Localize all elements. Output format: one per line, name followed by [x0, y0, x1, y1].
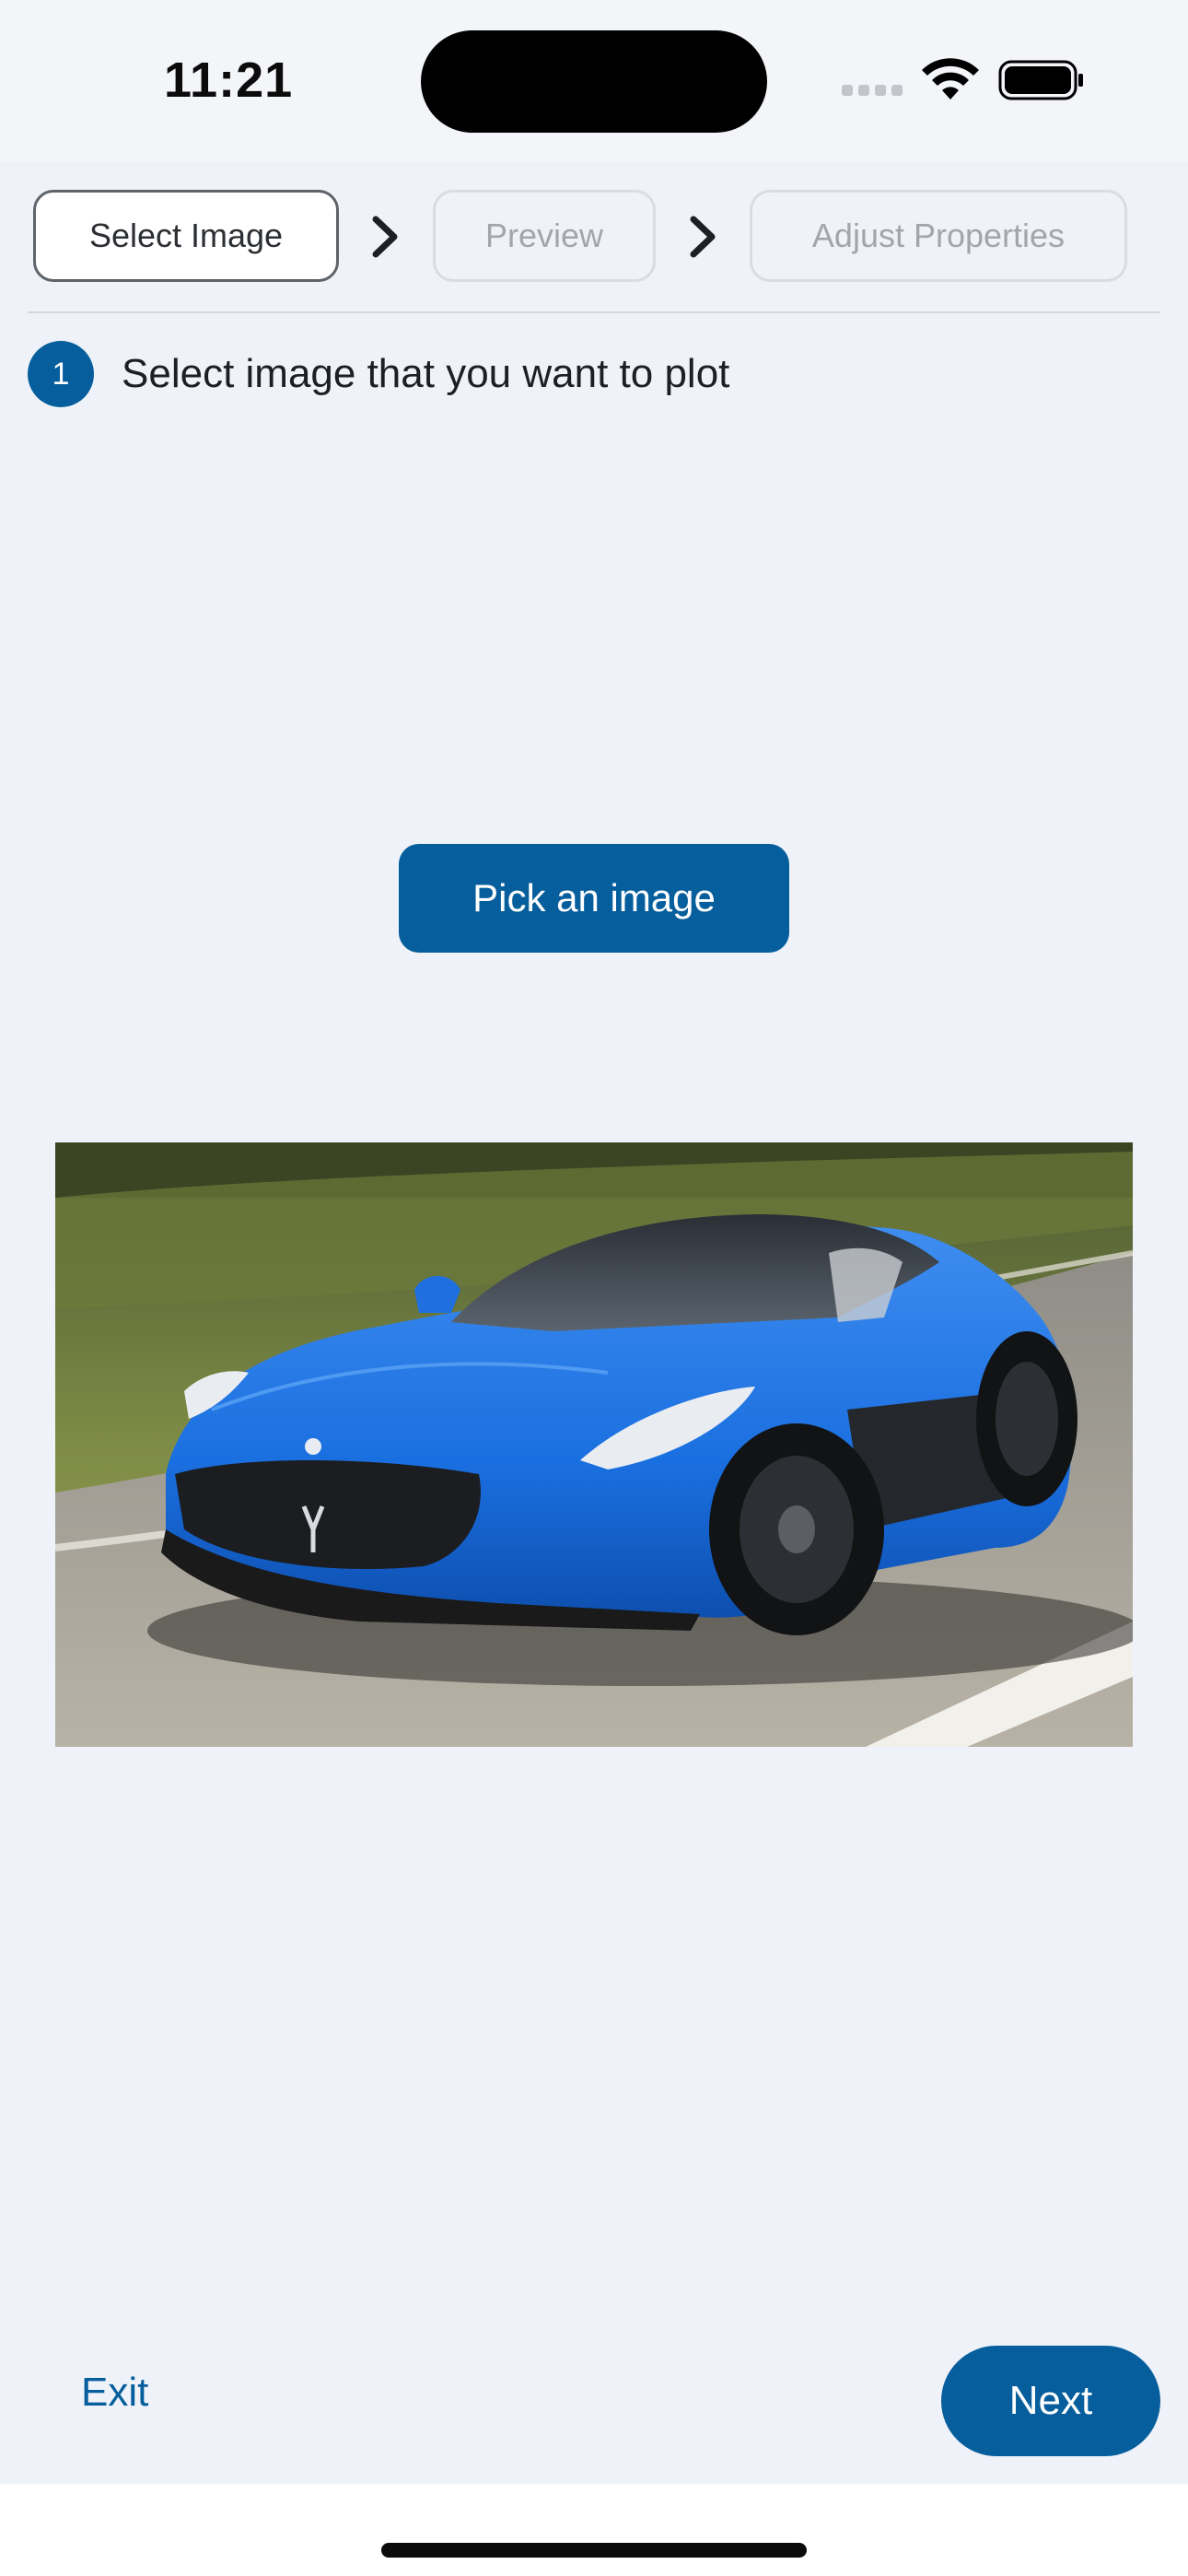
selected-image-preview: [55, 1142, 1133, 1747]
step-label: Preview: [484, 217, 604, 254]
status-time: 11:21: [164, 53, 294, 108]
instruction-text: Select image that you want to plot: [122, 351, 730, 396]
instruction-row: 1 Select image that you want to plot: [28, 341, 729, 407]
step-preview[interactable]: Preview: [433, 190, 656, 282]
step-number-badge: 1: [28, 341, 94, 407]
step-select-image[interactable]: Select Image: [33, 190, 339, 282]
status-bar: 11:21: [0, 0, 1188, 162]
cellular-signal-icon: [842, 85, 903, 96]
stepper: Select Image Preview Adjust Properties: [0, 162, 1188, 313]
dynamic-island: [421, 30, 767, 133]
home-indicator-area: [0, 2484, 1188, 2576]
app-screen: 11:21 Select Image Preview Adjust Proper…: [0, 0, 1188, 2576]
step-adjust-properties[interactable]: Adjust Properties: [750, 190, 1127, 282]
step-label: Adjust Properties: [811, 217, 1066, 254]
step-label: Select Image: [88, 217, 284, 254]
exit-button[interactable]: Exit: [81, 2370, 148, 2416]
pick-image-button[interactable]: Pick an image: [399, 844, 789, 953]
home-indicator[interactable]: [381, 2543, 807, 2558]
stepper-divider: [28, 311, 1160, 313]
battery-icon: [998, 60, 1083, 100]
next-button[interactable]: Next: [941, 2346, 1160, 2456]
chevron-right-icon: [372, 216, 398, 258]
chevron-right-icon: [690, 216, 716, 258]
wifi-icon: [922, 58, 979, 100]
car-photo: [55, 1142, 1133, 1747]
